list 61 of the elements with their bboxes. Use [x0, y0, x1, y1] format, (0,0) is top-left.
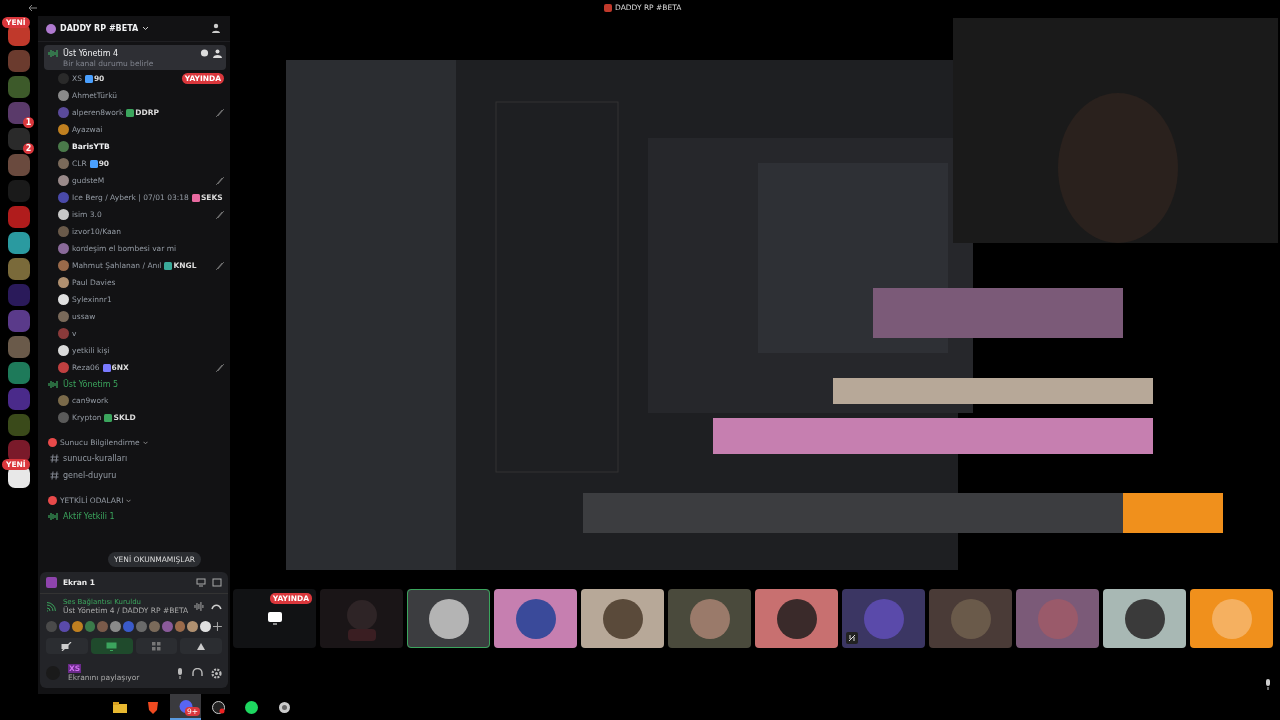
signal-icon: [46, 601, 57, 612]
participant-tile[interactable]: [581, 589, 664, 648]
hash-icon: [50, 454, 59, 463]
chevron-icon[interactable]: [142, 26, 150, 31]
participant-tile[interactable]: [1103, 589, 1186, 648]
screen-icon[interactable]: [196, 578, 206, 587]
activity-button[interactable]: [135, 638, 178, 654]
server-icon: [46, 23, 56, 34]
add-icon[interactable]: [213, 622, 223, 631]
channel-name: genel-duyuru: [63, 471, 117, 480]
channel-name: Üst Yönetim 4: [63, 48, 119, 58]
avatar[interactable]: [71, 621, 83, 632]
server-name[interactable]: DADDY RP #BETA: [60, 24, 139, 33]
server-icon[interactable]: [8, 128, 30, 150]
back-icon[interactable]: [28, 4, 38, 12]
participant-tile[interactable]: [842, 589, 925, 648]
voice-channel[interactable]: Üst Yönetim 5: [44, 376, 226, 392]
participant-tile[interactable]: [320, 589, 403, 648]
participant-tile[interactable]: [494, 589, 577, 648]
soundboard-icon: [196, 641, 207, 651]
headphones-icon[interactable]: [192, 668, 203, 678]
server-icon[interactable]: [8, 440, 30, 462]
participant-tile[interactable]: [1016, 589, 1099, 648]
add-user-icon[interactable]: [211, 23, 222, 34]
speaker-icon: [48, 379, 59, 389]
count-badge: 2: [23, 143, 34, 154]
text-channel[interactable]: genel-duyuru: [44, 467, 226, 484]
speaker-icon: [48, 511, 59, 521]
participant-tile[interactable]: [668, 589, 751, 648]
microphone-icon[interactable]: [176, 667, 184, 679]
add-user-icon[interactable]: [213, 48, 222, 58]
monitor-icon: [267, 612, 282, 625]
screen-button[interactable]: [90, 638, 133, 654]
channel-name: Üst Yönetim 5: [63, 379, 119, 389]
participant-tile[interactable]: [929, 589, 1012, 648]
channel-name: sunucu-kuralları: [63, 454, 128, 463]
microphone-icon[interactable]: [1264, 679, 1272, 690]
count-badge: 1: [23, 117, 34, 128]
participant-tile[interactable]: [755, 589, 838, 648]
soundboard-button[interactable]: [180, 638, 222, 654]
server-icon[interactable]: [8, 102, 30, 124]
participant-tile[interactable]: [407, 589, 490, 648]
screen-share-icon: [106, 641, 118, 651]
hang-up-icon[interactable]: [211, 603, 222, 610]
stream-icon: [46, 577, 57, 588]
voice-channel[interactable]: Aktif Yetkili 1: [44, 508, 226, 524]
grid-icon: [151, 641, 161, 651]
camera-button[interactable]: [46, 638, 88, 654]
avatar[interactable]: [187, 621, 199, 632]
app-icon: [604, 3, 612, 12]
avatar[interactable]: [200, 621, 212, 632]
settings-icon[interactable]: [211, 667, 222, 679]
noise-icon[interactable]: [194, 602, 206, 611]
speaker-icon: [48, 48, 59, 58]
text-channel[interactable]: sunucu-kuralları: [44, 450, 226, 467]
hash-icon: [50, 471, 59, 480]
popout-icon[interactable]: [212, 578, 222, 587]
camera-off-icon: [61, 641, 73, 651]
participant-tile[interactable]: [1190, 589, 1273, 648]
server-icon[interactable]: [8, 232, 30, 254]
channel-name: Aktif Yetkili 1: [63, 511, 115, 521]
